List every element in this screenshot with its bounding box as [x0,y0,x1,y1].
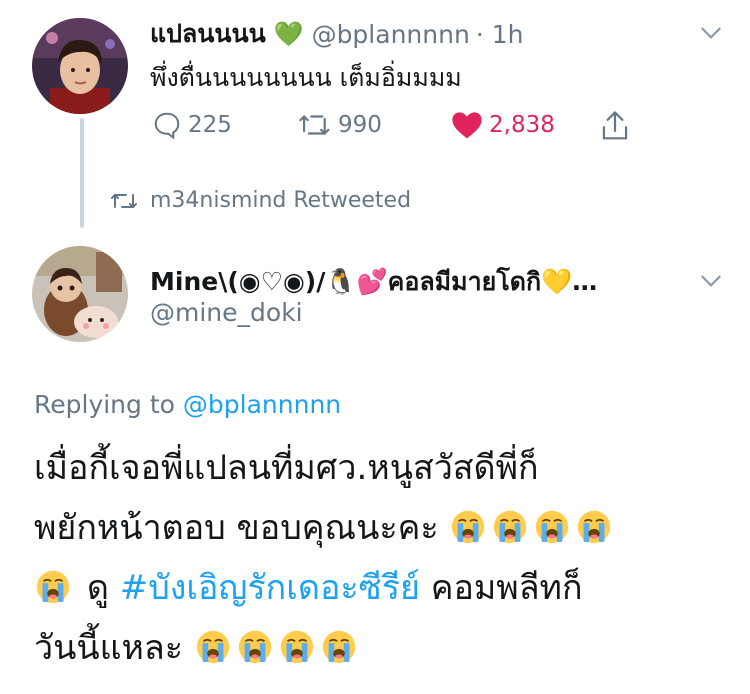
retweet-count: 990 [338,112,382,138]
tweet-text: เมื่อกี้เจอพี่แปลนที่มศว.หนูสวัสดีพี่ก็ … [34,438,734,678]
share-button[interactable] [600,110,636,142]
heart-icon [452,112,482,139]
author-name[interactable]: Mine\(◉♡◉)/🐧💕คอลมีมายโดกิ💛… [150,262,690,302]
reply-icon [154,112,180,140]
share-icon [602,111,628,140]
author-handle[interactable]: @bplannnnn [312,20,470,49]
thread-connector-line [80,118,84,228]
loudly-crying-face-emoji [34,564,72,604]
avatar-bplannnnn[interactable] [32,18,128,114]
hashtag-link[interactable]: #บังเอิญรักเดอะซีรีย์ [120,568,420,608]
like-button[interactable]: 2,838 [451,110,555,140]
reply-button[interactable]: 225 [152,110,232,140]
tweet-text-line-3-a: ดู [86,568,109,608]
tweet-text-line-3-b: คอมพลีทก็ [430,568,583,608]
retweet-button[interactable]: 990 [298,110,382,140]
chevron-down-icon[interactable] [698,20,724,46]
replying-prefix: Replying to [34,390,175,419]
author-handle[interactable]: @mine_doki [150,298,303,327]
tweet-text-line-2: พยักหน้าตอบ ขอบคุณนะคะ [34,498,734,558]
author-name[interactable]: แปลนนนน [150,14,266,54]
retweet-icon [111,193,137,208]
tweet-text: พึ่งตื่นนนนนนนน เต็มอิ่มมมม [150,63,462,92]
green-heart-emoji: 💚 [273,20,304,48]
tweet-time[interactable]: · 1h [476,20,524,49]
loudly-crying-face-emoji [449,504,487,544]
loudly-crying-face-emoji [491,504,529,544]
chevron-down-icon[interactable] [698,268,724,294]
tweet-text-line-1: เมื่อกี้เจอพี่แปลนที่มศว.หนูสวัสดีพี่ก็ [34,448,539,488]
avatar-mine-doki[interactable] [32,246,128,342]
tweet-text-line-4-text: วันนี้แหละ [34,628,183,668]
emoji-group [449,508,617,548]
loudly-crying-face-emoji [236,624,274,664]
replying-to: Replying to @bplannnnn [34,390,341,419]
retweet-icon [299,114,330,136]
retweet-context[interactable]: m34nismind Retweeted [110,188,411,213]
loudly-crying-face-emoji [575,504,613,544]
loudly-crying-face-emoji [533,504,571,544]
reply-count: 225 [188,112,232,138]
retweet-context-label: m34nismind Retweeted [150,188,412,213]
tweet-text-line-2-text: พยักหน้าตอบ ขอบคุณนะคะ [34,508,439,548]
loudly-crying-face-emoji [194,624,232,664]
like-count: 2,838 [489,112,555,138]
tweet-text-line-3: ดู #บังเอิญรักเดอะซีรีย์ คอมพลีทก็ [34,558,734,618]
loudly-crying-face-emoji [320,624,358,664]
tweet-text-line-4: วันนี้แหละ [34,618,734,678]
replying-handle-link[interactable]: @bplannnnn [183,390,341,419]
loudly-crying-face-emoji [278,624,316,664]
